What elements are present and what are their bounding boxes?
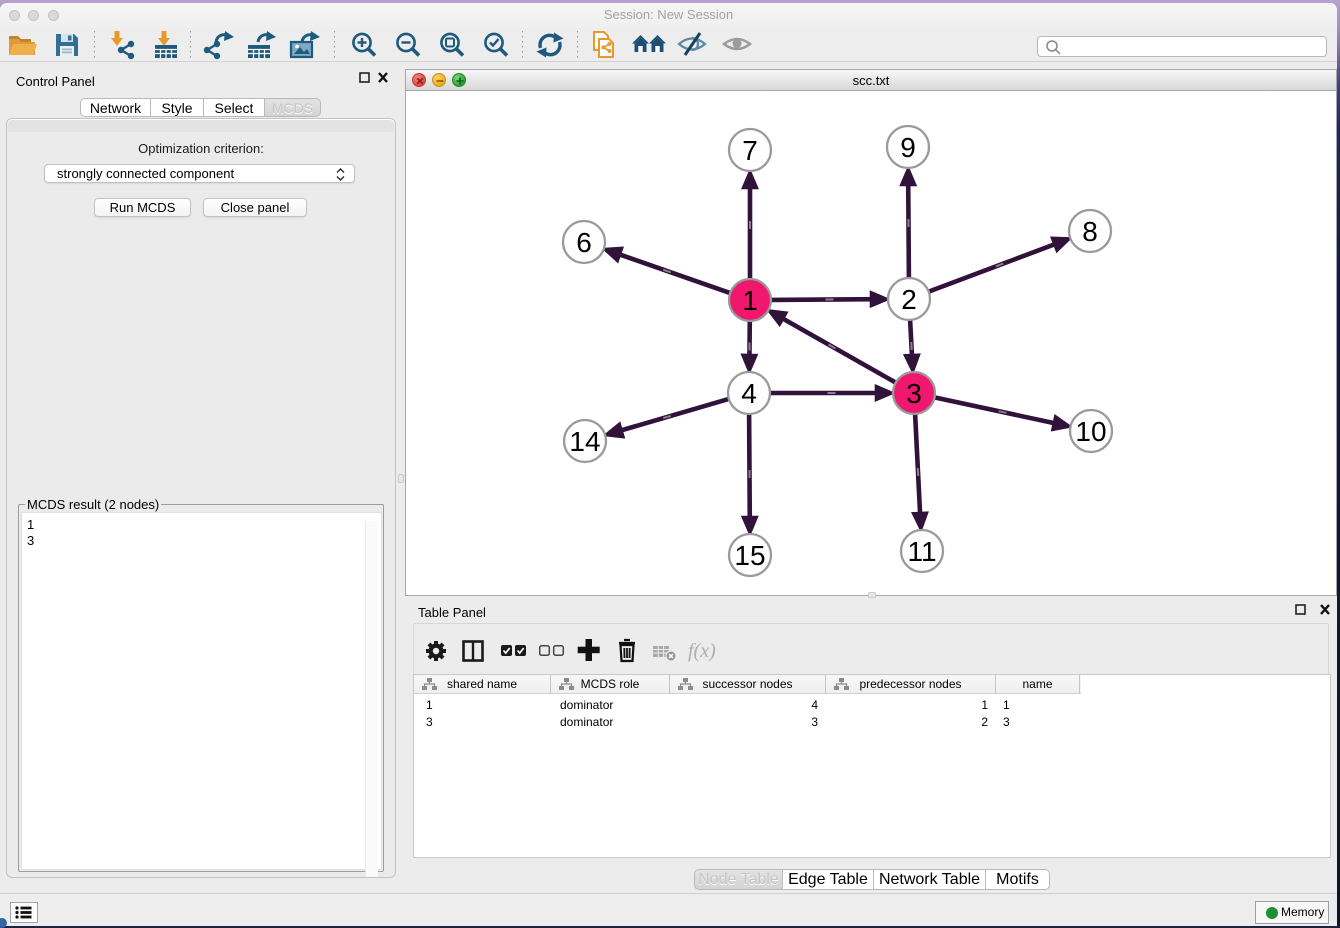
svg-text:4: 4 <box>741 378 757 409</box>
svg-text:3: 3 <box>906 378 922 409</box>
svg-text:6: 6 <box>576 227 592 258</box>
svg-text:1: 1 <box>742 285 758 316</box>
svg-text:8: 8 <box>1082 216 1098 247</box>
svg-text:7: 7 <box>742 135 758 166</box>
svg-text:10: 10 <box>1075 416 1106 447</box>
svg-text:2: 2 <box>901 284 917 315</box>
svg-text:14: 14 <box>569 426 600 457</box>
svg-text:15: 15 <box>734 540 765 571</box>
svg-text:9: 9 <box>900 132 916 163</box>
svg-text:11: 11 <box>907 536 936 567</box>
